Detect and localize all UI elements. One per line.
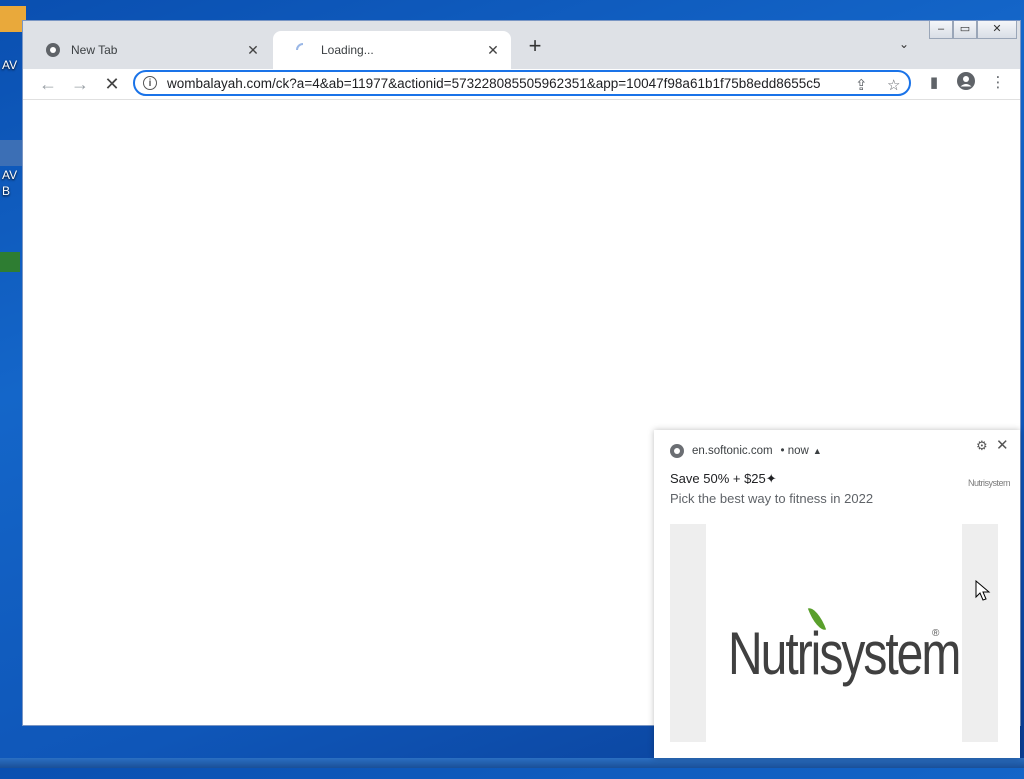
stop-loading-button[interactable]: ✕ — [99, 71, 125, 97]
notification-source: en.softonic.com — [692, 445, 773, 457]
tab-loading[interactable]: Loading... ✕ — [273, 31, 511, 69]
sparkle-icon: ✦ — [765, 471, 777, 486]
toolbar: ← → ✕ i wombalayah.com/ck?a=4&ab=11977&a… — [23, 69, 1020, 100]
chevron-up-icon[interactable]: ▲ — [813, 446, 822, 456]
image-side-panel — [962, 524, 998, 742]
url-text[interactable]: wombalayah.com/ck?a=4&ab=11977&actionid=… — [167, 76, 847, 91]
image-side-panel — [670, 524, 706, 742]
tab-title: New Tab — [71, 43, 118, 57]
chrome-icon — [46, 43, 60, 57]
minimize-button[interactable]: ‒ — [929, 21, 953, 39]
desktop-icon-label: AV — [2, 58, 18, 72]
tab-strip: New Tab ✕ Loading... ✕ + ⌄ ‒ ▭ ✕ — [23, 21, 1020, 69]
taskbar — [0, 758, 1024, 768]
notification-image[interactable]: Nutrisystem ® — [670, 524, 998, 742]
tab-title: Loading... — [321, 43, 374, 57]
desktop-icon-label: B — [2, 184, 11, 198]
notification-body: Pick the best way to fitness in 2022 — [670, 491, 874, 506]
address-bar[interactable]: i wombalayah.com/ck?a=4&ab=11977&actioni… — [133, 70, 911, 96]
notification-popup[interactable]: en.softonic.com • now ▲ ⚙ ✕ Save 50% + $… — [654, 430, 1020, 758]
notification-time: • now — [780, 445, 809, 457]
close-tab-icon[interactable]: ✕ — [485, 42, 501, 59]
desktop-icon[interactable] — [0, 252, 20, 272]
brand-logo-text: Nutrisystem — [728, 621, 961, 688]
tab-new-tab[interactable]: New Tab ✕ — [23, 31, 271, 69]
new-tab-button[interactable]: + — [523, 35, 547, 59]
close-icon[interactable]: ✕ — [996, 436, 1009, 454]
gear-icon[interactable]: ⚙ — [976, 438, 988, 454]
registered-mark: ® — [932, 628, 940, 639]
forward-button[interactable]: → — [67, 71, 93, 97]
mouse-cursor-icon — [975, 580, 991, 601]
notification-header: en.softonic.com • now ▲ — [670, 444, 822, 458]
close-window-button[interactable]: ✕ — [977, 21, 1017, 39]
chrome-icon — [670, 444, 684, 458]
chevron-down-icon[interactable]: ⌄ — [895, 37, 913, 55]
loading-spinner-icon — [296, 43, 304, 51]
maximize-button[interactable]: ▭ — [953, 21, 977, 39]
info-icon[interactable]: i — [143, 76, 157, 90]
side-panel-icon[interactable]: ▮ — [923, 72, 945, 94]
menu-kebab-icon[interactable]: ⋮ — [987, 72, 1009, 94]
bookmark-star-icon[interactable]: ☆ — [887, 76, 900, 94]
desktop-icon-label: AV — [2, 168, 18, 182]
notification-title: Save 50% + $25✦ — [670, 471, 777, 486]
notification-small-logo: Nutrisystem — [968, 478, 1011, 488]
share-icon[interactable]: ⇪ — [855, 76, 868, 94]
profile-avatar-icon[interactable] — [955, 72, 977, 94]
back-button[interactable]: ← — [35, 71, 61, 97]
close-tab-icon[interactable]: ✕ — [245, 42, 261, 59]
